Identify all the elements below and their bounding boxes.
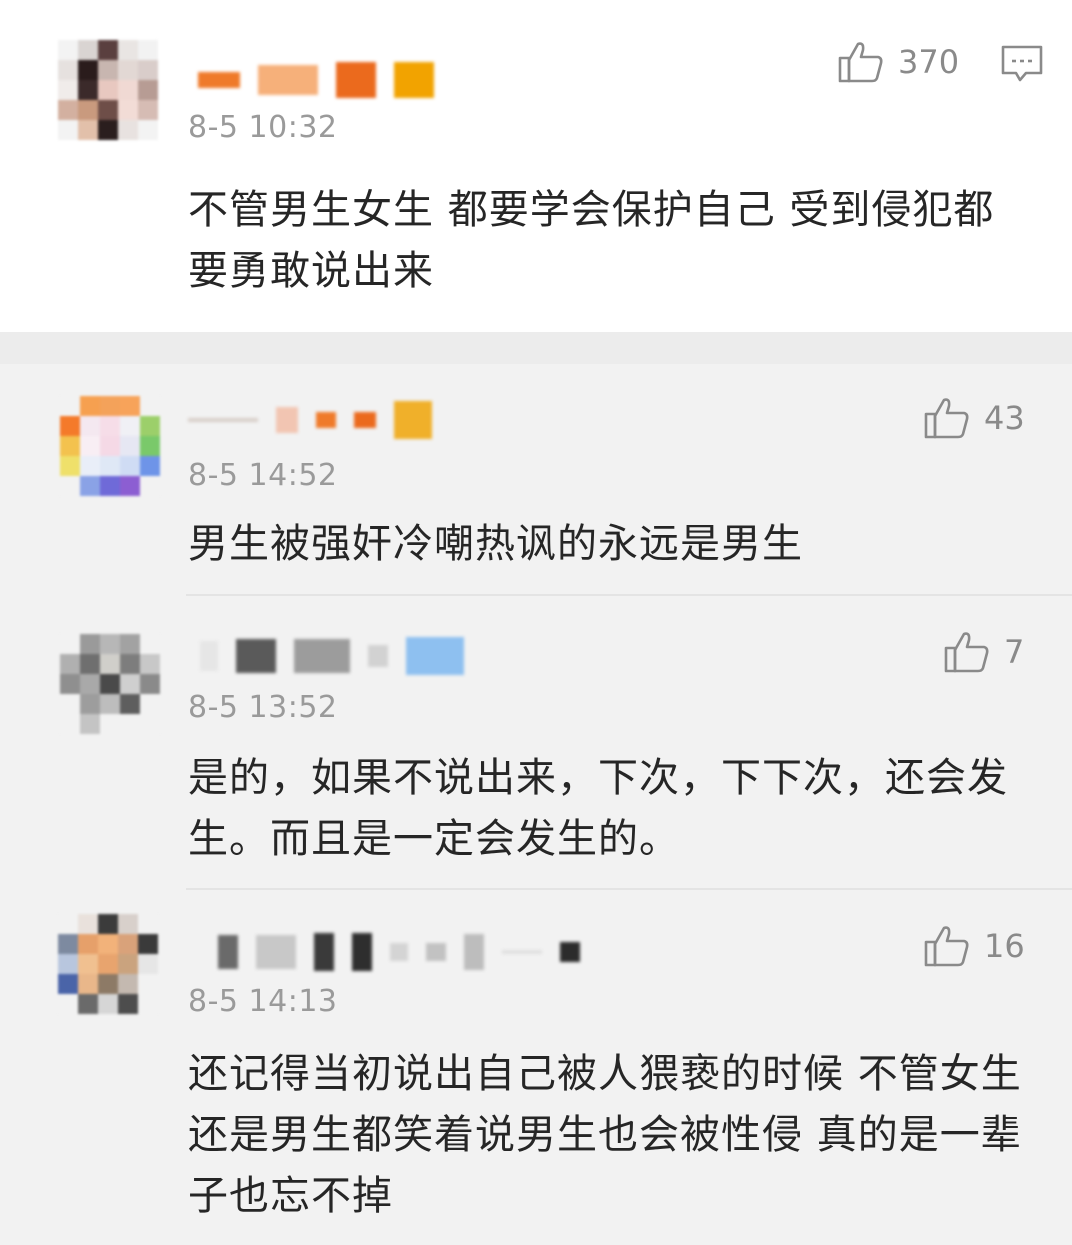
- like-button[interactable]: 370: [838, 40, 959, 84]
- avatar[interactable]: [60, 396, 160, 496]
- username-blurred[interactable]: [198, 60, 434, 100]
- username-blurred[interactable]: [188, 400, 432, 440]
- comment-time: 8-5 14:13: [188, 984, 338, 1019]
- thumbs-up-icon: [924, 398, 969, 439]
- comment-separator: [186, 888, 1072, 890]
- comment-separator: [186, 594, 1072, 596]
- comment-text: 男生被强奸冷嘲热讽的永远是男生: [188, 521, 803, 567]
- avatar[interactable]: [58, 40, 158, 140]
- thumbs-up-icon: [924, 926, 969, 967]
- comment-time: 8-5 10:32: [188, 110, 338, 145]
- thumbs-up-icon: [838, 42, 883, 83]
- comment-text: 不管男生女生 都要学会保护自己 受到侵犯都要勇敢说出来: [188, 187, 995, 294]
- thumbs-up-icon: [944, 632, 989, 673]
- like-count: 7: [1004, 633, 1025, 671]
- like-count: 16: [984, 927, 1025, 965]
- username-blurred[interactable]: [200, 636, 464, 676]
- like-button[interactable]: 7: [944, 630, 1024, 674]
- comment-text: 还记得当初说出自己被人猥亵的时候 不管女生还是男生都笑着说男生也会被性侵 真的是…: [188, 1051, 1022, 1219]
- comment-time: 8-5 13:52: [188, 690, 338, 725]
- comment-reply-icon[interactable]: [1000, 44, 1044, 84]
- like-button[interactable]: 43: [924, 396, 1025, 440]
- like-count: 43: [984, 399, 1025, 437]
- comment-time: 8-5 14:52: [188, 458, 338, 493]
- section-divider: [0, 332, 1072, 364]
- avatar[interactable]: [58, 914, 158, 1014]
- avatar[interactable]: [60, 634, 160, 734]
- comment-thread: 8-5 10:32 370 不管男生女生 都要学会保护自己 受到侵犯都要勇敢说出…: [0, 0, 1072, 1245]
- like-button[interactable]: 16: [924, 924, 1025, 968]
- comment-text: 是的，如果不说出来，下次，下下次，还会发生。而且是一定会发生的。: [188, 755, 1008, 862]
- username-blurred[interactable]: [218, 932, 580, 972]
- like-count: 370: [898, 43, 960, 81]
